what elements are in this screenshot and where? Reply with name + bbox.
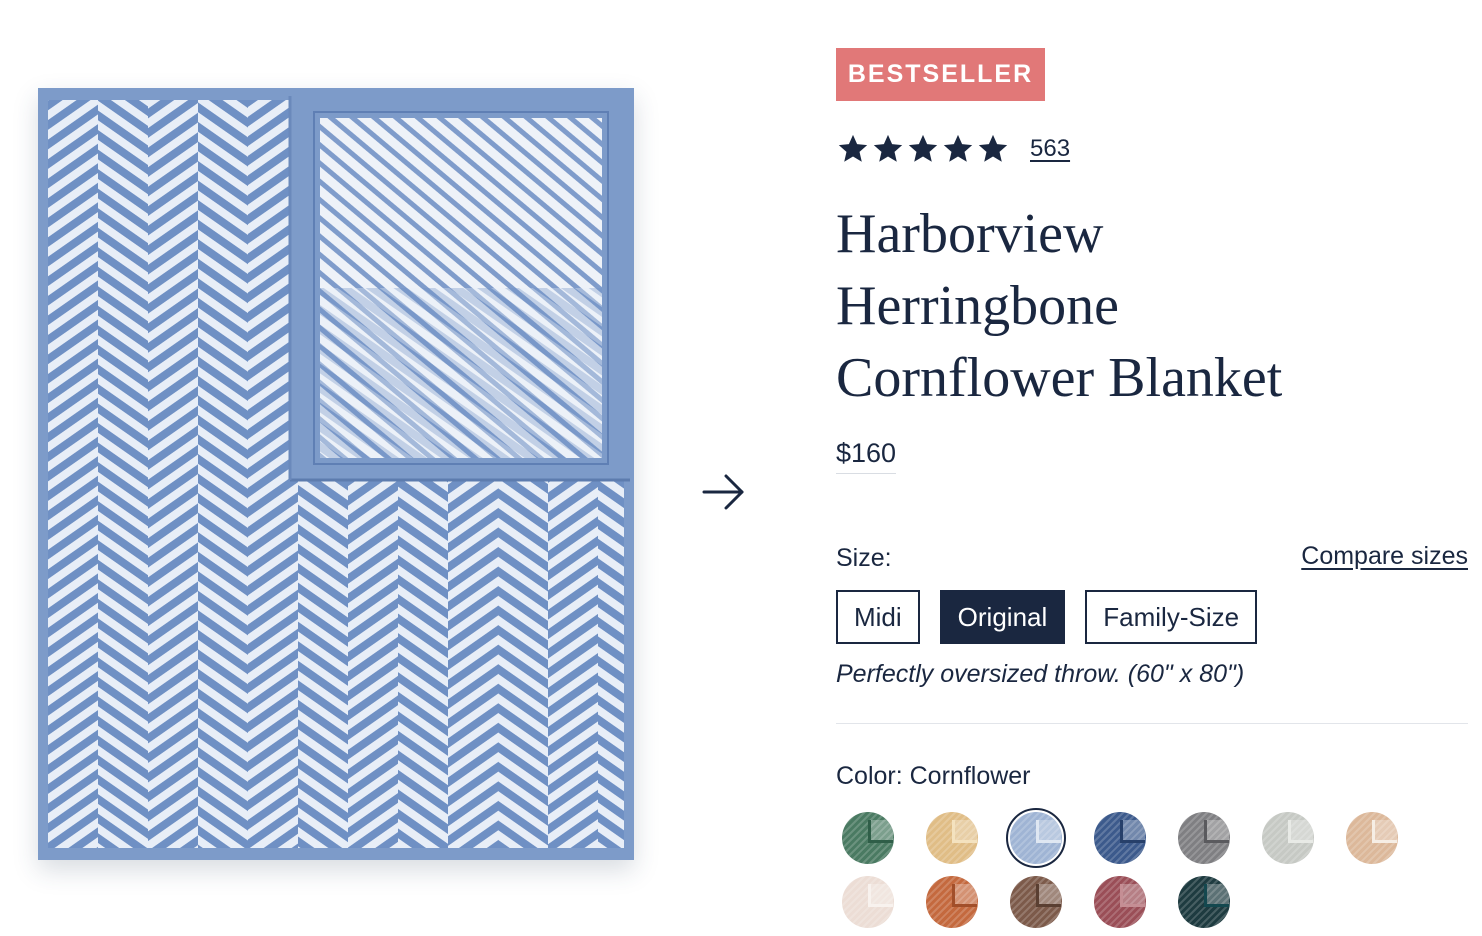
swatch-fabric: [926, 812, 978, 864]
compare-sizes-link[interactable]: Compare sizes: [1301, 542, 1468, 571]
color-swatch-gray[interactable]: [1174, 808, 1234, 868]
swatch-fabric: [1010, 812, 1062, 864]
size-option-midi[interactable]: Midi: [836, 590, 920, 644]
star-icon: [943, 134, 973, 162]
review-count-link[interactable]: 563: [1030, 135, 1070, 163]
size-description: Perfectly oversized throw. (60" x 80"): [836, 660, 1245, 688]
product-title-line: Cornflower Blanket: [836, 347, 1283, 409]
color-swatch-dark-green[interactable]: [1174, 872, 1234, 932]
product-title-line: Harborview: [836, 203, 1104, 265]
product-title-line: Herringbone: [836, 275, 1120, 337]
arrow-right-icon: [702, 474, 744, 510]
rating: 563: [836, 132, 1070, 166]
next-image-arrow[interactable]: [700, 470, 748, 514]
star-icon: [978, 134, 1008, 162]
color-swatch-light-gray[interactable]: [1258, 808, 1318, 868]
swatch-fabric: [1094, 812, 1146, 864]
swatch-fabric: [1094, 876, 1146, 928]
bestseller-badge: BESTSELLER: [836, 48, 1045, 101]
size-label: Size:: [836, 544, 892, 572]
color-swatch-burgundy[interactable]: [1090, 872, 1150, 932]
star-rating: [836, 132, 1010, 166]
swatch-fabric: [1262, 812, 1314, 864]
star-icon: [873, 134, 903, 162]
product-title: Harborview Herringbone Cornflower Blanke…: [836, 198, 1456, 414]
color-swatch-brown[interactable]: [1006, 872, 1066, 932]
divider: [836, 723, 1468, 724]
swatch-fabric: [1346, 812, 1398, 864]
product-price: $160: [836, 438, 897, 474]
swatch-fabric: [1178, 812, 1230, 864]
color-swatch-navy-blue[interactable]: [1090, 808, 1150, 868]
color-swatch-tan[interactable]: [1342, 808, 1402, 868]
swatch-fabric: [842, 876, 894, 928]
star-icon: [908, 134, 938, 162]
blanket-illustration: [38, 88, 634, 860]
color-label: Color: Cornflower: [836, 762, 1031, 790]
color-swatches: [838, 808, 1438, 932]
star-icon: [838, 134, 868, 162]
color-swatch-cornflower[interactable]: [1006, 808, 1066, 868]
size-options: Midi Original Family-Size: [836, 590, 1258, 644]
swatch-fabric: [1010, 876, 1062, 928]
color-swatch-rust[interactable]: [922, 872, 982, 932]
swatch-fabric: [842, 812, 894, 864]
swatch-fabric: [1178, 876, 1230, 928]
size-option-original[interactable]: Original: [939, 590, 1066, 644]
color-swatch-blush[interactable]: [838, 872, 898, 932]
swatch-fabric: [926, 876, 978, 928]
size-option-family-size[interactable]: Family-Size: [1085, 590, 1258, 644]
color-swatch-sand[interactable]: [922, 808, 982, 868]
color-swatch-green[interactable]: [838, 808, 898, 868]
product-image: [38, 88, 634, 860]
